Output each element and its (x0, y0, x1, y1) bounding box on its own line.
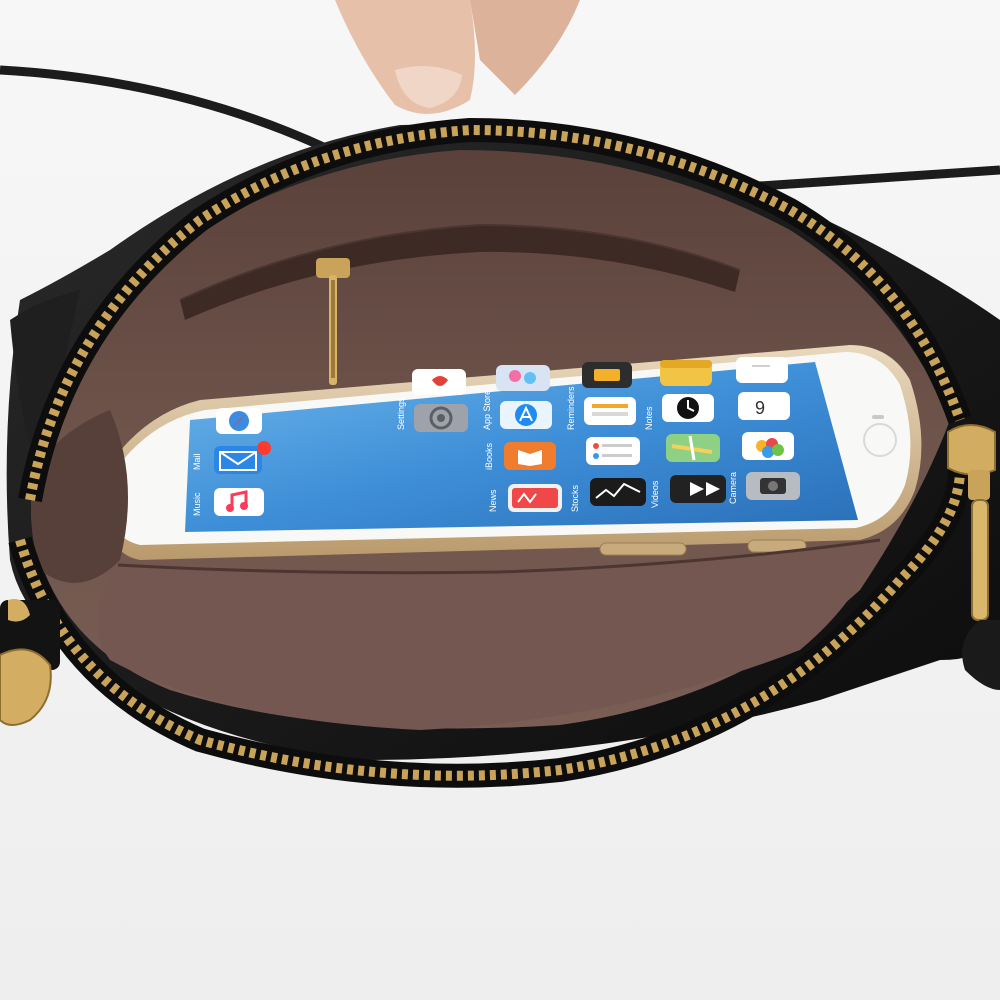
app-label-notes: Notes (644, 406, 654, 430)
reminders-icon (584, 397, 636, 425)
weather-icon (412, 369, 466, 395)
photos-icon (742, 432, 794, 460)
videos-icon (670, 475, 726, 503)
camera-icon (746, 472, 800, 500)
safari-icon (216, 408, 262, 434)
volume-button (599, 542, 687, 556)
stocks-icon (590, 478, 646, 506)
app-label-mail: Mail (192, 453, 202, 470)
app-label-stocks: Stocks (570, 484, 580, 512)
app-label-music: Music (192, 492, 202, 516)
ibooks-icon (504, 442, 556, 470)
app-label-ibooks: iBooks (484, 442, 494, 470)
calendar-icon (736, 357, 788, 383)
app-label-app-store: App Store (482, 390, 492, 430)
app-label-settings: Settings (396, 397, 406, 430)
app-label-videos: Videos (650, 480, 660, 508)
app-label-news: News (488, 489, 498, 512)
game-center-icon (496, 365, 550, 391)
calendar-date-icon: 9 (738, 392, 790, 420)
reminders-list-icon (586, 437, 640, 465)
maps-icon (666, 434, 720, 462)
settings-icon (414, 404, 468, 432)
news-icon (508, 484, 562, 512)
speaker-slot (872, 415, 884, 419)
app-store-icon (500, 401, 552, 429)
notes-icon (660, 360, 712, 386)
music-icon (214, 488, 264, 516)
clock-icon (662, 394, 714, 422)
bag-illustration: Mail Music Settings App Store iBooks New… (0, 0, 1000, 1000)
svg-text:9: 9 (755, 398, 765, 418)
photo-booth-icon (582, 362, 632, 388)
product-photo: Mail Music Settings App Store iBooks New… (0, 0, 1000, 1000)
app-label-reminders: Reminders (566, 386, 576, 430)
app-label-camera: Camera (728, 472, 738, 504)
